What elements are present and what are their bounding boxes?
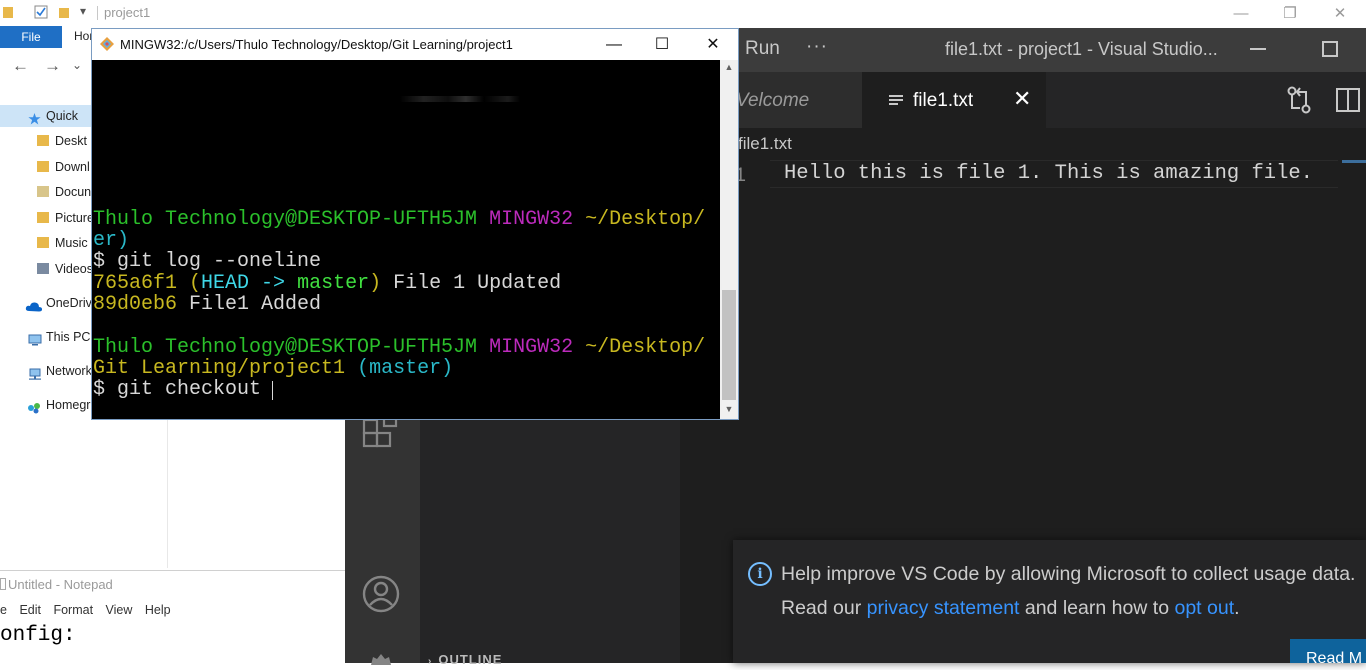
folder-icon [3, 5, 17, 19]
terminal-prompt-line: Thulo Technology@DESKTOP-UFTH5JM MINGW32… [93, 208, 706, 231]
cloud-icon [25, 297, 43, 312]
terminal-command-line: $ git log --oneline [93, 250, 322, 273]
music-folder-icon [37, 237, 49, 248]
tab-close-icon[interactable]: ✕ [1013, 86, 1031, 112]
vscode-maximize-button[interactable] [1322, 41, 1338, 57]
menu-run[interactable]: Run [745, 38, 780, 60]
tab-welcome-label: Velcome [736, 90, 810, 111]
notepad-menu-format[interactable]: Format [53, 603, 93, 617]
pc-icon [28, 331, 42, 346]
notepad-menu-bar: e Edit Format View Help [0, 603, 180, 617]
ribbon-file-tab[interactable]: File [0, 26, 62, 48]
editor-code-line[interactable]: Hello this is file 1. This is amazing fi… [784, 162, 1313, 185]
terminal-prompt-line: Thulo Technology@DESKTOP-UFTH5JM MINGW32… [93, 336, 706, 359]
notepad-menu-help[interactable]: Help [145, 603, 171, 617]
text-file-icon [889, 93, 903, 107]
read-more-button[interactable]: Read M [1290, 639, 1366, 663]
back-arrow-icon[interactable]: ← [12, 56, 29, 76]
notification-message: Help improve VS Code by allowing Microso… [781, 563, 1356, 585]
terminal-log-line: 765a6f1 (HEAD -> master) File 1 Updated [93, 272, 562, 295]
explorer-title: project1 [104, 5, 151, 20]
terminal-render-artifact [400, 96, 520, 102]
homegroup-icon [27, 399, 40, 414]
notepad-title: Untitled - Notepad [0, 577, 113, 592]
explorer-nav-buttons: ← → ⌄ [0, 52, 95, 84]
explorer-minimize-button[interactable]: — [1218, 3, 1264, 25]
scroll-up-icon[interactable]: ▲ [720, 62, 738, 72]
chevron-right-icon: › [428, 656, 433, 667]
terminal-command-line: $ git checkout [93, 378, 274, 401]
properties-icon[interactable] [34, 5, 48, 19]
scrollbar-thumb[interactable] [722, 290, 736, 400]
notepad-text-area[interactable]: onfig: [0, 624, 76, 647]
bash-maximize-button[interactable]: ☐ [642, 32, 682, 58]
terminal-log-line: 89d0eb6 File1 Added [93, 293, 322, 316]
recent-locations-icon[interactable]: ⌄ [72, 58, 82, 72]
network-icon [28, 365, 41, 380]
overview-ruler-marker [1342, 160, 1366, 163]
bash-minimize-button[interactable]: — [594, 32, 634, 58]
manage-gear-icon[interactable] [365, 652, 397, 670]
vscode-window-title: file1.txt - project1 - Visual Studio... [945, 39, 1218, 59]
explorer-close-button[interactable]: ✕ [1317, 3, 1363, 25]
forward-arrow-icon[interactable]: → [44, 56, 61, 76]
notepad-menu-edit[interactable]: Edit [19, 603, 41, 617]
terminal-prompt-continuation: er) [93, 229, 130, 252]
info-icon: i [748, 562, 772, 586]
title-separator [97, 6, 98, 20]
terminal-cursor [272, 381, 273, 400]
terminal-prompt-continuation: Git Learning/project1 (master) [93, 357, 454, 380]
git-logo-icon [100, 37, 114, 51]
customize-toolbar-icon[interactable]: ▾ [80, 4, 86, 18]
bash-close-button[interactable]: ✕ [693, 32, 733, 58]
notification-detail: Read our privacy statement and learn how… [781, 597, 1240, 619]
folder-icon [37, 135, 49, 146]
tab-file1-label: file1.txt [913, 90, 974, 111]
new-folder-icon[interactable] [58, 5, 72, 19]
account-icon[interactable] [361, 574, 401, 619]
outline-section-header[interactable]: › OUTLINE [428, 652, 502, 667]
split-editor-icon[interactable] [1336, 88, 1360, 112]
scroll-down-icon[interactable]: ▼ [720, 404, 738, 414]
explorer-maximize-button[interactable]: ❐ [1267, 3, 1313, 25]
privacy-statement-link[interactable]: privacy statement [867, 597, 1020, 619]
opt-out-link[interactable]: opt out [1174, 597, 1234, 619]
breadcrumb[interactable]: file1.txt [738, 134, 792, 154]
notepad-menu-file[interactable]: e [0, 603, 7, 617]
vscode-minimize-button[interactable] [1248, 38, 1268, 58]
videos-folder-icon [37, 263, 49, 274]
menu-more-icon[interactable]: ··· [806, 36, 828, 58]
pictures-folder-icon [37, 212, 49, 223]
open-changes-icon[interactable] [1286, 86, 1312, 114]
explorer-title-bar: ▾ project1 — ❐ ✕ [0, 0, 1366, 26]
download-folder-icon [37, 161, 49, 172]
git-bash-title: MINGW32:/c/Users/Thulo Technology/Deskto… [120, 37, 513, 52]
notepad-menu-view[interactable]: View [106, 603, 133, 617]
documents-folder-icon [37, 186, 49, 197]
notepad-icon [0, 578, 6, 590]
star-icon [28, 110, 41, 125]
